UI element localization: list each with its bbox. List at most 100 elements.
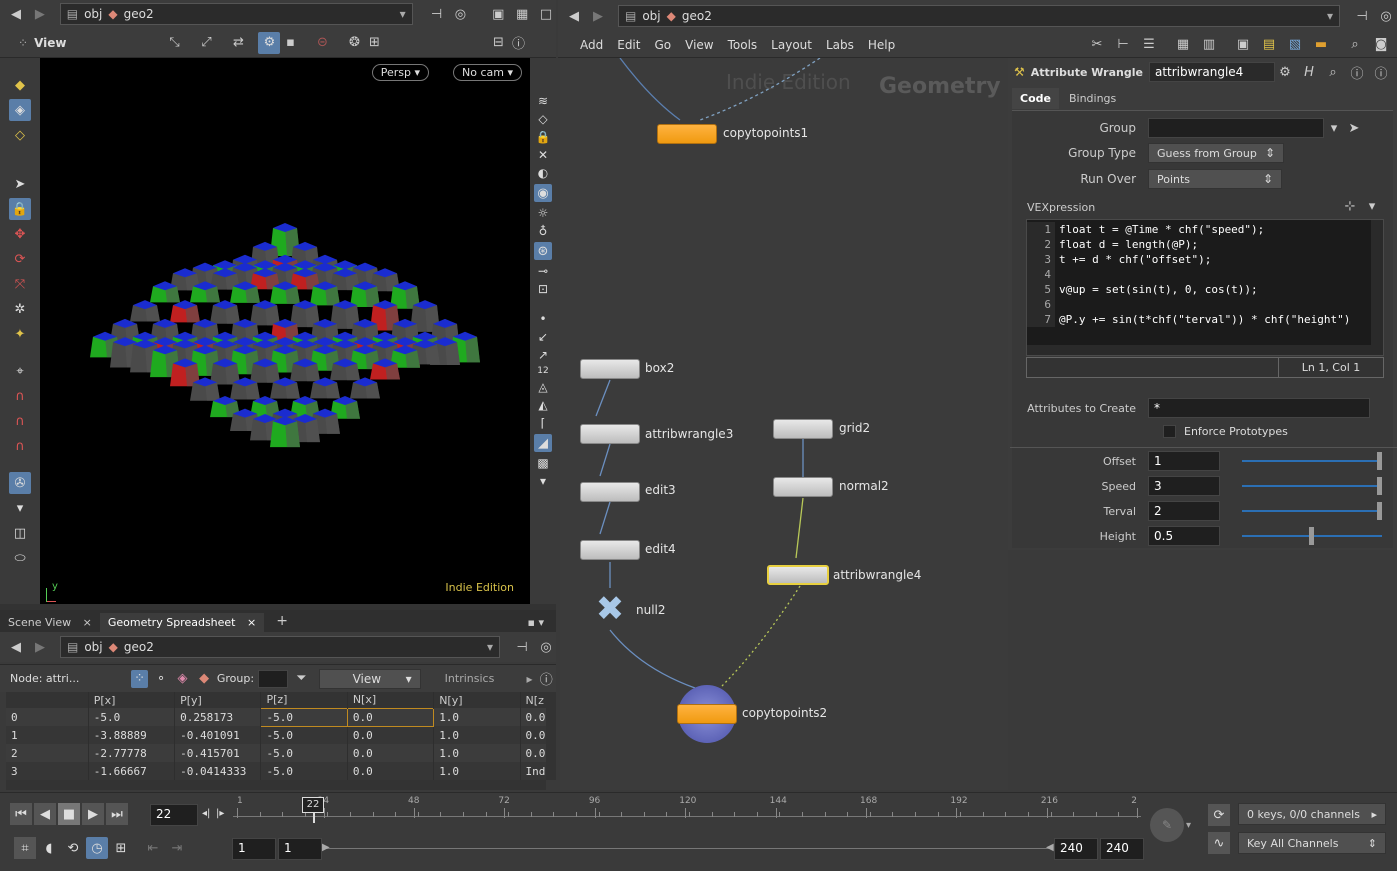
snapshot-icon[interactable]: ⊞	[364, 33, 384, 53]
node-grid2[interactable]	[773, 419, 833, 439]
table-cell[interactable]: -5.0	[260, 744, 348, 762]
back-arrow-icon[interactable]: ◀	[6, 637, 26, 657]
table-row[interactable]: 3-1.66667-0.0414333-5.00.01.0Indie	[6, 762, 546, 780]
path-obj[interactable]: obj	[642, 9, 660, 23]
node-copytopoints2[interactable]	[677, 704, 737, 724]
column-header[interactable]: P[y]	[174, 692, 262, 708]
light-icon[interactable]: ◉	[534, 184, 552, 202]
snapping-icon[interactable]: ✇	[9, 472, 31, 494]
path-obj[interactable]: obj	[84, 7, 102, 21]
range-start2-input[interactable]: 1	[278, 838, 322, 860]
tree-icon[interactable]: ⊢	[1113, 35, 1133, 55]
group-type-dropdown[interactable]: Guess from Group ⇕	[1148, 143, 1284, 163]
chevron-down-icon[interactable]: ▾	[1324, 118, 1344, 138]
points-icon[interactable]: ⁘	[130, 669, 149, 688]
back-arrow-icon[interactable]: ◀	[6, 4, 26, 24]
viewport-3d[interactable]: Persp ▾ No cam ▾ Indie Edition y	[40, 58, 530, 604]
pose-icon[interactable]: ✲	[9, 298, 31, 320]
help-icon[interactable]: ⓘ	[508, 33, 528, 53]
path-geo[interactable]: geo2	[682, 9, 712, 23]
frame-marker[interactable]: 22	[302, 797, 324, 813]
group-input[interactable]	[1148, 118, 1324, 138]
table-cell[interactable]: -5.0	[260, 726, 348, 744]
ghost-icon[interactable]: ⊛	[534, 242, 552, 260]
column-header[interactable]: P[z]	[260, 692, 348, 708]
table-cell[interactable]: 0.0	[520, 726, 546, 744]
close-icon[interactable]: ×	[83, 616, 92, 629]
range-start-handle[interactable]: ▶	[322, 842, 330, 853]
add-tab-icon[interactable]: +	[264, 610, 300, 632]
expand-arrow-icon[interactable]: ▸	[527, 672, 533, 686]
node-null2[interactable]: ✖	[590, 592, 630, 626]
key-all-channels-dropdown[interactable]: Key All Channels ⇕	[1238, 832, 1386, 854]
chevron-down-icon[interactable]: ▾	[1327, 9, 1333, 23]
play-icon[interactable]: ▶	[82, 803, 104, 825]
line-text[interactable]	[1055, 267, 1059, 282]
table-cell[interactable]: -0.401091	[174, 726, 262, 744]
offset-slider[interactable]	[1242, 460, 1382, 462]
column-header[interactable]: N[z	[520, 692, 546, 708]
node-edit4[interactable]	[580, 540, 640, 560]
table-cell[interactable]: 0.258173	[174, 708, 262, 726]
table-cell[interactable]: 0.0	[347, 726, 435, 744]
code-line[interactable]: 5 v@up = set(sin(t), 0, cos(t));	[1027, 282, 1373, 297]
camera-icon[interactable]: ◙	[1371, 35, 1391, 55]
play-reverse-icon[interactable]: ◀	[34, 803, 56, 825]
lock-camera-icon[interactable]: 🔒	[536, 130, 551, 144]
keys-channels-dropdown[interactable]: 0 keys, 0/0 channels ▸	[1238, 803, 1386, 825]
magnet2-icon[interactable]: ∩	[9, 410, 31, 432]
node-label-null2[interactable]: null2	[636, 603, 666, 617]
point-icon[interactable]: •	[539, 312, 546, 326]
x-ray-icon[interactable]: ✕	[538, 148, 548, 162]
code-vscrollbar[interactable]	[1371, 220, 1383, 355]
node-label-grid2[interactable]: grid2	[839, 421, 870, 435]
current-frame-input[interactable]: 22	[150, 804, 198, 826]
node-label-edit3[interactable]: edit3	[645, 483, 676, 497]
path-obj[interactable]: obj	[84, 640, 102, 654]
back-arrow-icon[interactable]: ◀	[564, 6, 584, 26]
tool1-icon[interactable]: ◬	[538, 380, 547, 394]
select-arrow-icon[interactable]: ➤	[1344, 118, 1364, 138]
pin-icon[interactable]: ⊣	[1352, 6, 1372, 26]
audio-icon[interactable]: ◖	[38, 837, 60, 859]
attributes-input[interactable]: *	[1148, 398, 1370, 418]
node-label-box2[interactable]: box2	[645, 361, 674, 375]
key-tool-icon[interactable]: ✎	[1150, 808, 1184, 842]
node-label-attribwrangle3[interactable]: attribwrangle3	[645, 427, 733, 441]
tool2-icon[interactable]: ◭	[538, 398, 547, 412]
network-canvas[interactable]: Indie Edition Geometry copytopoints1 box…	[560, 58, 1008, 790]
close-icon[interactable]: ×	[247, 616, 256, 629]
tab-scene-view[interactable]: Scene View ×	[0, 613, 100, 632]
table-cell[interactable]: 1.0	[433, 762, 521, 780]
table-cell[interactable]: 1.0	[433, 726, 521, 744]
terval-slider-handle[interactable]	[1377, 502, 1382, 520]
speed-slider-handle[interactable]	[1377, 477, 1382, 495]
search-icon[interactable]: ⌕	[1345, 35, 1365, 55]
table-row[interactable]: 0 -5.0 0.258173 -5.0 0.0 1.0 0.0	[6, 707, 546, 727]
hda-icon[interactable]: H	[1299, 62, 1319, 82]
menu-tools[interactable]: Tools	[728, 38, 758, 52]
left-path-field[interactable]: ▤ obj ◆ geo2 ▾	[59, 3, 413, 25]
table-cell[interactable]: -0.0414333	[174, 762, 262, 780]
table-row[interactable]: 1 -3.88889 -0.401091 -5.0 0.0 1.0 0.0	[6, 726, 546, 744]
display-options-icon[interactable]: ⚙	[258, 31, 281, 54]
view-icon[interactable]: ⌖	[9, 360, 31, 382]
normal-icon[interactable]: ↙	[538, 330, 548, 344]
gear-icon[interactable]: ⚙	[1275, 62, 1295, 82]
list-icon[interactable]: ☰	[1139, 35, 1159, 55]
move-icon[interactable]: ✥	[9, 223, 31, 245]
table-cell[interactable]: 3	[6, 762, 89, 780]
menu-go[interactable]: Go	[654, 38, 671, 52]
offset-input[interactable]: 1	[1148, 451, 1220, 471]
column-header[interactable]: P[x]	[88, 692, 176, 708]
range-end-handle[interactable]: ◀	[1046, 842, 1054, 853]
node-attribwrangle3[interactable]	[580, 424, 640, 444]
run-over-dropdown[interactable]: Points ⇕	[1148, 169, 1282, 189]
table-cell[interactable]: 1.0	[433, 708, 521, 726]
select-arrow-icon[interactable]: ➤	[9, 173, 31, 195]
range-end2-input[interactable]: 240	[1100, 838, 1144, 860]
tab-code[interactable]: Code	[1012, 88, 1059, 109]
speed-input[interactable]: 3	[1148, 476, 1220, 496]
corner-icon[interactable]: ⌈	[541, 416, 546, 430]
code-line[interactable]: 1 float t = @Time * chf("speed");	[1027, 222, 1373, 237]
